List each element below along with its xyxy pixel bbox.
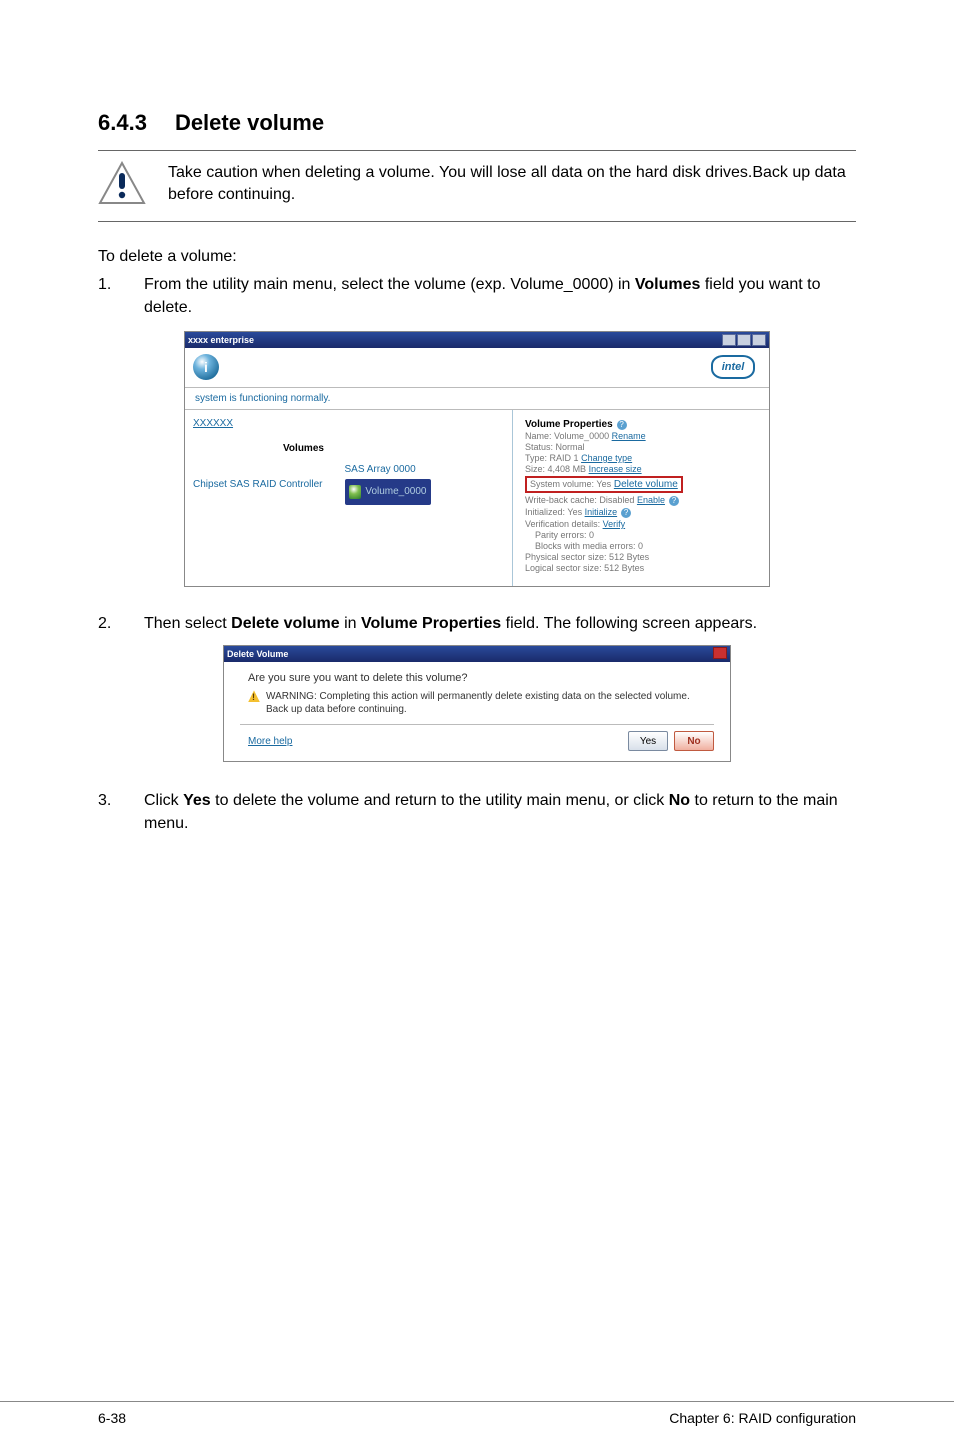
text-run: to delete the volume and return to the u… xyxy=(211,792,669,809)
brand-bar: i intel xyxy=(185,348,769,388)
text-run: From the utility main menu, select the v… xyxy=(144,276,635,293)
help-icon[interactable]: ? xyxy=(669,496,679,506)
page-number: 6-38 xyxy=(98,1410,126,1426)
caution-block: Take caution when deleting a volume. You… xyxy=(98,153,856,215)
more-help-link[interactable]: More help xyxy=(248,736,292,747)
rename-link[interactable]: Rename xyxy=(612,431,646,441)
text-run: Then select xyxy=(144,615,231,632)
step-text: Then select Delete volume in Volume Prop… xyxy=(144,613,856,635)
dialog-question: Are you sure you want to delete this vol… xyxy=(248,672,714,684)
dialog-close-button[interactable] xyxy=(713,647,727,662)
step-number: 2. xyxy=(98,613,114,635)
nav-link[interactable]: XXXXXX xyxy=(193,418,504,429)
section-heading: 6.4.3 Delete volume xyxy=(98,110,856,136)
chapter-label: Chapter 6: RAID configuration xyxy=(669,1410,856,1426)
text-run: in xyxy=(340,615,361,632)
text-run: Click xyxy=(144,792,183,809)
dialog-body: Are you sure you want to delete this vol… xyxy=(224,662,730,718)
step-text: From the utility main menu, select the v… xyxy=(144,274,856,319)
divider xyxy=(98,150,856,151)
text-bold: Volumes xyxy=(635,276,701,293)
caution-text: Take caution when deleting a volume. You… xyxy=(168,161,856,205)
screenshot-volume-properties: xxxx enterprise i intel system is functi… xyxy=(184,331,770,587)
warning-text: WARNING: Completing this action will per… xyxy=(266,690,714,716)
divider xyxy=(98,221,856,222)
step-1: 1. From the utility main menu, select th… xyxy=(98,274,856,319)
text-run: field. The following screen appears. xyxy=(501,615,757,632)
delete-volume-link[interactable]: Delete volume xyxy=(614,479,678,490)
dialog-footer: More help Yes No xyxy=(224,725,730,761)
window-titlebar: xxxx enterprise xyxy=(185,332,769,348)
prop-initialized: Initialized: Yes xyxy=(525,507,582,517)
prop-status: Status: Normal xyxy=(525,442,759,452)
window-controls[interactable] xyxy=(722,334,766,346)
prop-name: Name: Volume_0000 xyxy=(525,431,609,441)
yes-button[interactable]: Yes xyxy=(628,731,668,751)
step-text: Click Yes to delete the volume and retur… xyxy=(144,790,856,835)
no-button[interactable]: No xyxy=(674,731,714,751)
properties-pane: Volume Properties? Name: Volume_0000 Ren… xyxy=(512,410,769,586)
properties-title: Volume Properties xyxy=(525,419,613,430)
dialog-warning: WARNING: Completing this action will per… xyxy=(248,690,714,716)
prop-blocks: Blocks with media errors: 0 xyxy=(535,541,759,551)
volume-selected[interactable]: Volume_0000 xyxy=(345,479,431,505)
help-icon[interactable]: ? xyxy=(617,420,627,430)
volume-chip-icon xyxy=(349,485,362,499)
dialog-titlebar: Delete Volume xyxy=(224,646,730,662)
step-number: 1. xyxy=(98,274,114,319)
intro-text: To delete a volume: xyxy=(98,248,856,266)
increase-size-link[interactable]: Increase size xyxy=(589,464,642,474)
dialog-title: Delete Volume xyxy=(227,649,288,659)
text-bold: Delete volume xyxy=(231,615,339,632)
prop-logical-sector: Logical sector size: 512 Bytes xyxy=(525,563,759,573)
array-label: SAS Array 0000 xyxy=(345,464,416,475)
delete-volume-highlight: System volume: Yes Delete volume xyxy=(525,476,683,493)
prop-parity: Parity errors: 0 xyxy=(535,530,759,540)
heading-number: 6.4.3 xyxy=(98,110,147,136)
prop-verification: Verification details: xyxy=(525,519,600,529)
left-pane: XXXXXX Volumes Chipset SAS RAID Controll… xyxy=(185,410,512,586)
status-bar: system is functioning normally. xyxy=(185,388,769,410)
enable-link[interactable]: Enable xyxy=(637,495,665,505)
step-3: 3. Click Yes to delete the volume and re… xyxy=(98,790,856,835)
change-type-link[interactable]: Change type xyxy=(581,453,632,463)
prop-writeback: Write-back cache: Disabled xyxy=(525,495,634,505)
volume-selected-label: Volume_0000 xyxy=(365,486,426,497)
prop-type: Type: RAID 1 xyxy=(525,453,579,463)
app-logo-icon: i xyxy=(193,354,219,380)
prop-sysvol: System volume: Yes xyxy=(530,479,611,489)
warning-icon xyxy=(248,690,260,702)
prop-phys-sector: Physical sector size: 512 Bytes xyxy=(525,552,759,562)
step-2: 2. Then select Delete volume in Volume P… xyxy=(98,613,856,635)
heading-title: Delete volume xyxy=(175,110,324,136)
prop-size: Size: 4,408 MB xyxy=(525,464,586,474)
help-icon[interactable]: ? xyxy=(621,508,631,518)
step-number: 3. xyxy=(98,790,114,835)
window-title: xxxx enterprise xyxy=(188,335,254,345)
text-bold: Volume Properties xyxy=(361,615,501,632)
screenshot-delete-dialog: Delete Volume Are you sure you want to d… xyxy=(223,645,731,762)
volumes-label: Volumes xyxy=(283,443,504,454)
intel-logo: intel xyxy=(711,355,755,379)
controller-label: Chipset SAS RAID Controller xyxy=(193,479,323,490)
text-bold: No xyxy=(669,792,690,809)
initialize-link[interactable]: Initialize xyxy=(585,507,618,517)
window-body: XXXXXX Volumes Chipset SAS RAID Controll… xyxy=(185,410,769,586)
page-footer: 6-38 Chapter 6: RAID configuration xyxy=(0,1401,954,1426)
verify-link[interactable]: Verify xyxy=(603,519,626,529)
caution-icon xyxy=(98,161,146,205)
text-bold: Yes xyxy=(183,792,211,809)
